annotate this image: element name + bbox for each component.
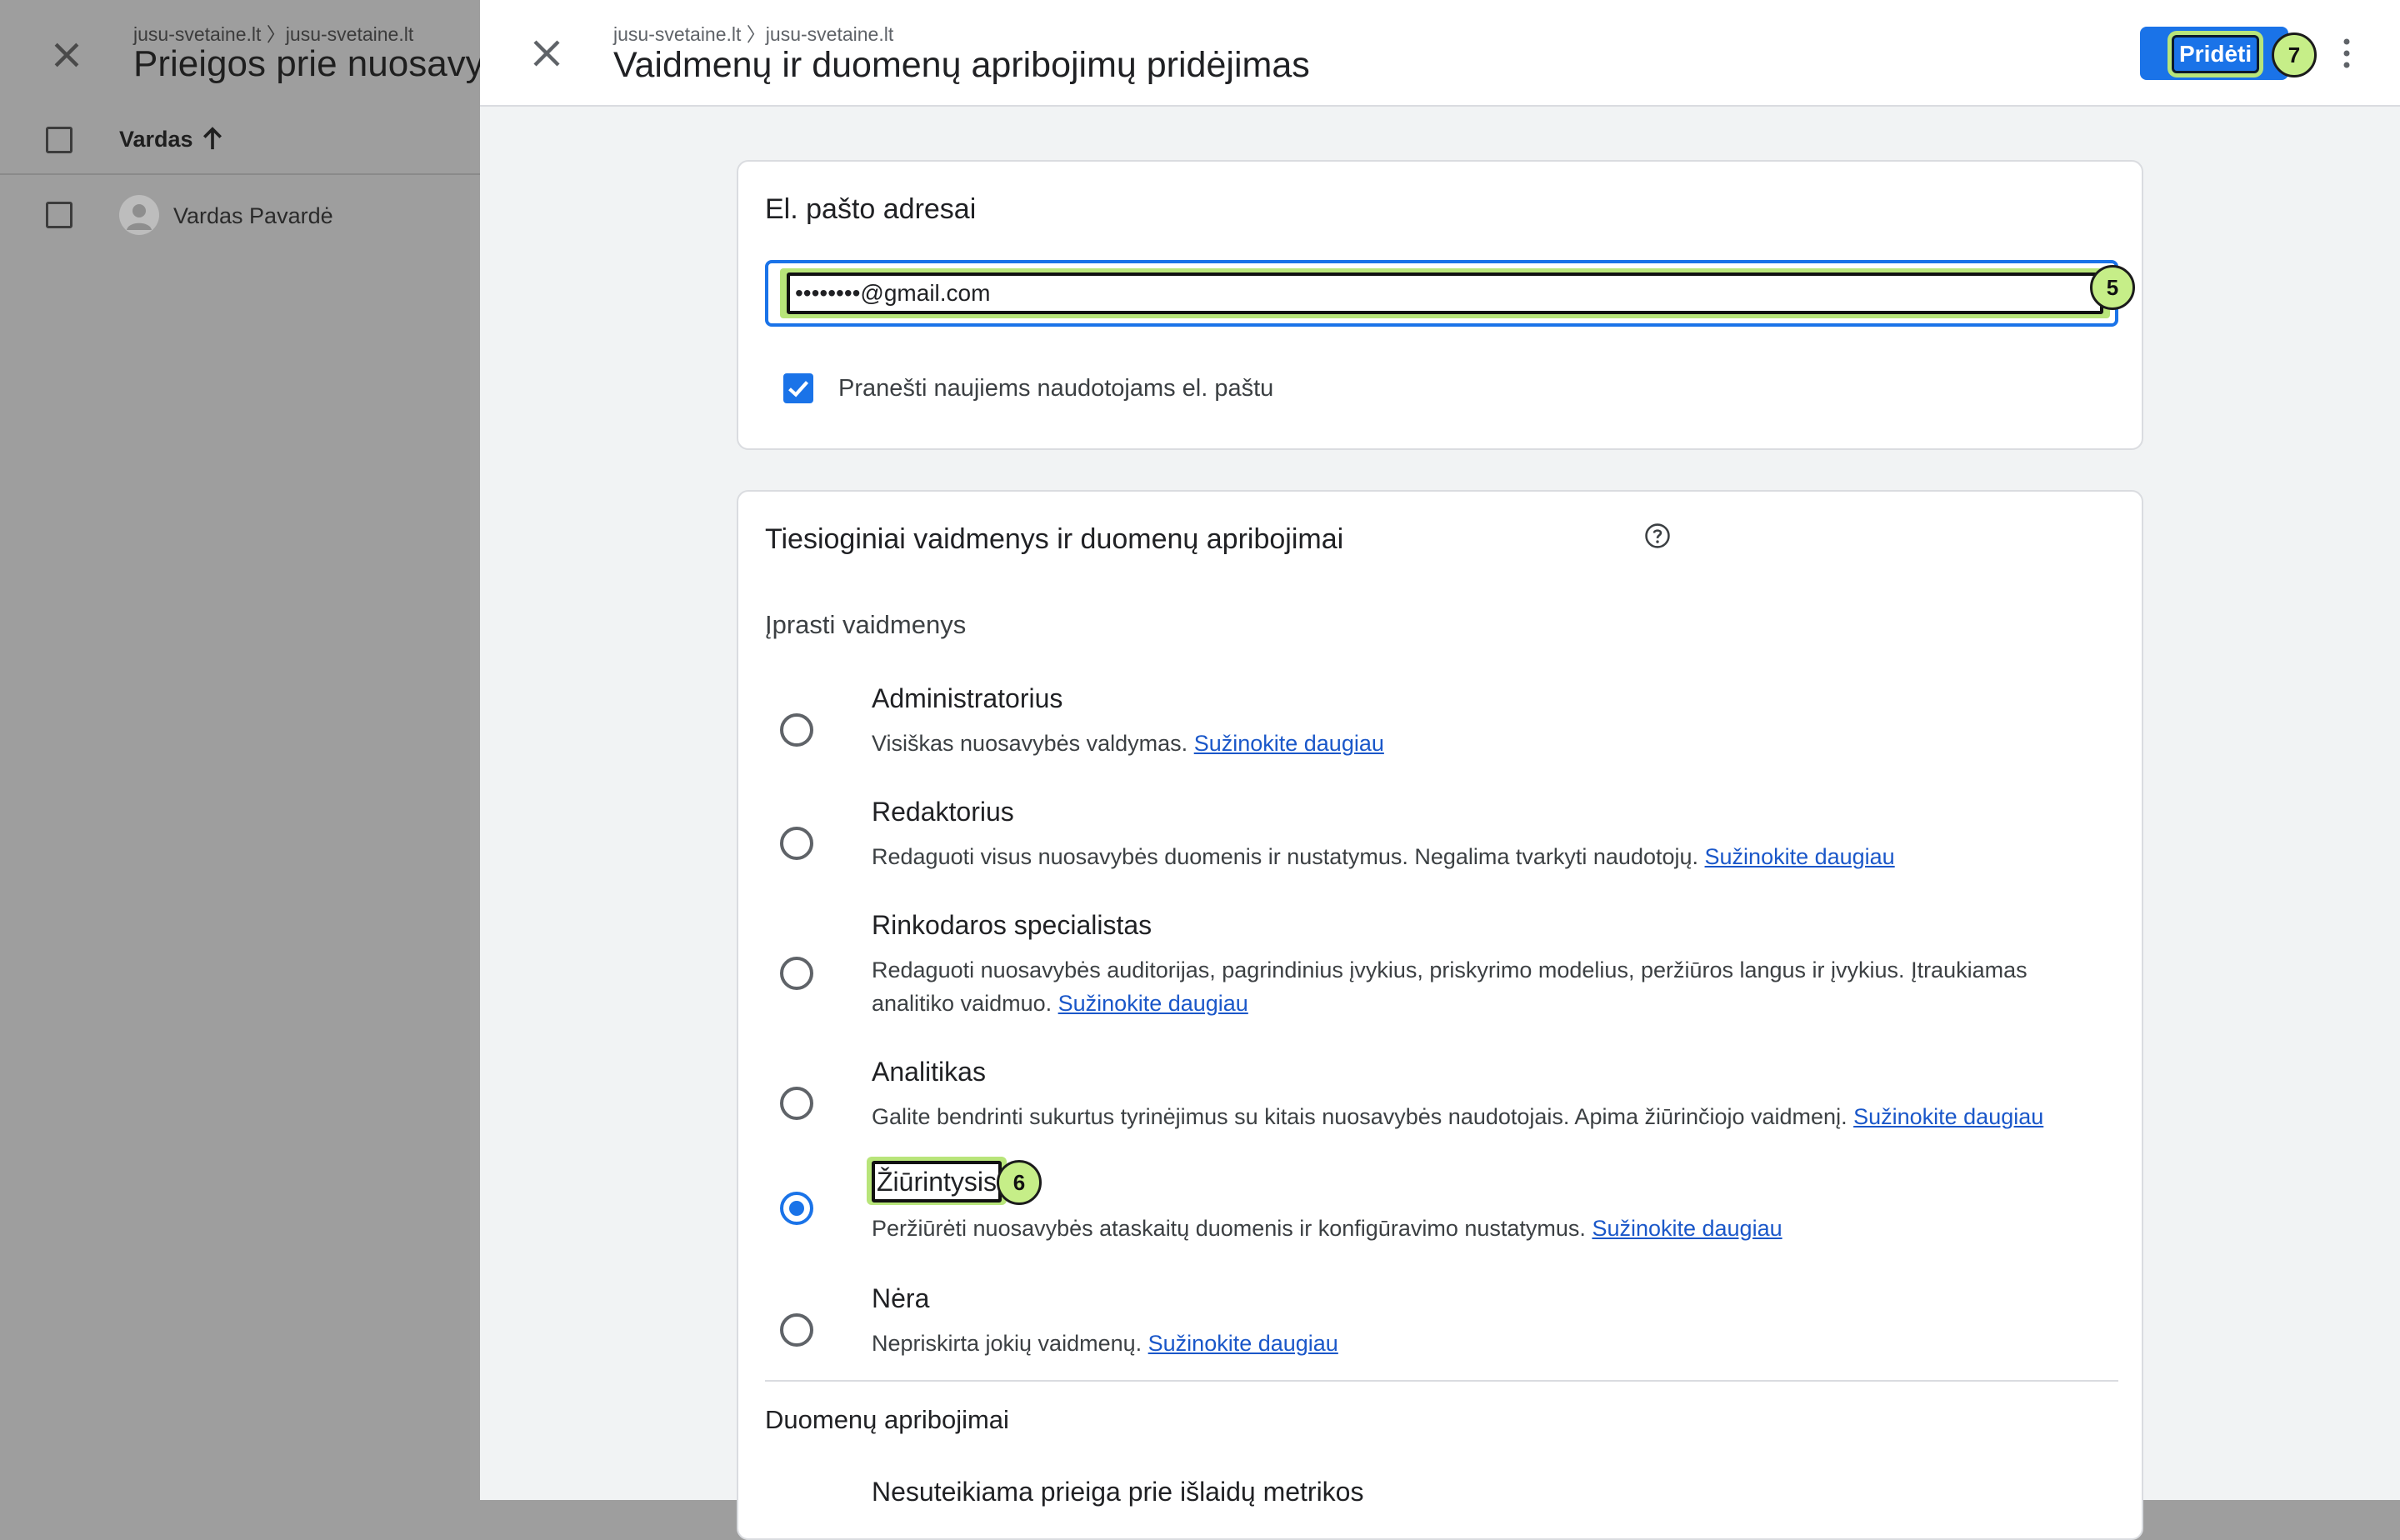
radio-viewer[interactable]: [780, 1192, 813, 1225]
select-all-checkbox[interactable]: [46, 127, 72, 153]
arrow-up-icon[interactable]: [200, 125, 225, 153]
role-description: Nepriskirta jokių vaidmenų. Sužinokite d…: [872, 1331, 1338, 1356]
data-restrictions-heading: Duomenų apribojimai: [765, 1405, 1009, 1434]
role-description: Peržiūrėti nuosavybės ataskaitų duomenis…: [872, 1216, 1782, 1241]
roles-card: Tiesioginiai vaidmenys ir duomenų apribo…: [737, 490, 2143, 1540]
radio-editor[interactable]: [780, 827, 813, 860]
help-icon[interactable]: [1643, 522, 1672, 550]
radio-analyst[interactable]: [780, 1087, 813, 1120]
role-name[interactable]: Analitikas: [872, 1057, 986, 1088]
role-description: Redaguoti nuosavybės auditorijas, pagrin…: [872, 958, 2028, 1016]
roles-card-title: Tiesioginiai vaidmenys ir duomenų apribo…: [765, 523, 1344, 555]
role-name[interactable]: Nėra: [872, 1283, 929, 1314]
radio-none[interactable]: [780, 1313, 813, 1347]
column-header-name[interactable]: Vardas: [119, 127, 193, 152]
viewer-highlight: Žiūrintysis: [867, 1157, 1008, 1205]
section-divider: [765, 1380, 2118, 1382]
email-input[interactable]: ••••••••@gmail.com: [787, 272, 2103, 314]
learn-more-link[interactable]: Sužinokite daugiau: [1592, 1216, 1782, 1241]
user-name[interactable]: Vardas Pavardė: [173, 203, 333, 229]
role-name[interactable]: Redaktorius: [872, 797, 1014, 828]
learn-more-link[interactable]: Sužinokite daugiau: [1148, 1331, 1338, 1356]
drawer-title: Vaidmenų ir duomenų apribojimų pridėjima…: [613, 45, 1310, 85]
notify-checkbox[interactable]: [783, 373, 813, 403]
add-button-label[interactable]: Pridėti: [2172, 35, 2260, 73]
radio-administrator[interactable]: [780, 713, 813, 747]
radio-marketer[interactable]: [780, 957, 813, 990]
role-description: Galite bendrinti sukurtus tyrinėjimus su…: [872, 1104, 2044, 1129]
drawer-breadcrumb: jusu-svetaine.lt 〉jusu-svetaine.lt: [613, 23, 894, 45]
drawer-header: jusu-svetaine.lt 〉jusu-svetaine.lt Vaidm…: [480, 0, 2400, 107]
role-name[interactable]: Rinkodaros specialistas: [872, 910, 1152, 941]
learn-more-link[interactable]: Sužinokite daugiau: [1058, 991, 1248, 1016]
close-icon[interactable]: [48, 37, 85, 73]
restriction-cost-metrics[interactable]: Nesuteikiama prieiga prie išlaidų metrik…: [872, 1477, 1363, 1508]
avatar: [119, 195, 159, 235]
close-icon[interactable]: [527, 33, 567, 73]
add-roles-drawer: jusu-svetaine.lt 〉jusu-svetaine.lt Vaidm…: [480, 0, 2400, 1540]
step-badge-6: 6: [997, 1160, 1042, 1205]
learn-more-link[interactable]: Sužinokite daugiau: [1194, 731, 1384, 756]
email-field[interactable]: ••••••••@gmail.com: [765, 260, 2118, 327]
background-breadcrumb: jusu-svetaine.lt 〉jusu-svetaine.lt: [133, 23, 414, 45]
add-button[interactable]: Pridėti: [2140, 27, 2288, 80]
step-badge-7: 7: [2272, 32, 2317, 78]
check-icon: [788, 381, 809, 398]
person-icon: [127, 204, 152, 230]
learn-more-link[interactable]: Sužinokite daugiau: [1853, 1104, 2043, 1129]
notify-label[interactable]: Pranešti naujiems naudotojams el. paštu: [838, 375, 1273, 402]
email-card: El. pašto adresai ••••••••@gmail.com 5 P…: [737, 160, 2143, 450]
row-checkbox[interactable]: [46, 202, 72, 228]
background-divider: [0, 173, 483, 175]
more-vert-icon[interactable]: [2340, 37, 2353, 70]
role-description: Visiškas nuosavybės valdymas. Sužinokite…: [872, 731, 1384, 756]
role-description: Redaguoti visus nuosavybės duomenis ir n…: [872, 844, 1895, 869]
email-highlight: ••••••••@gmail.com: [780, 268, 2110, 318]
role-name[interactable]: Administratorius: [872, 683, 1062, 714]
role-name[interactable]: Žiūrintysis: [872, 1161, 1002, 1202]
step-badge-5: 5: [2090, 265, 2135, 310]
standard-roles-heading: Įprasti vaidmenys: [765, 610, 967, 639]
learn-more-link[interactable]: Sužinokite daugiau: [1705, 844, 1895, 869]
email-card-title: El. pašto adresai: [765, 193, 977, 225]
